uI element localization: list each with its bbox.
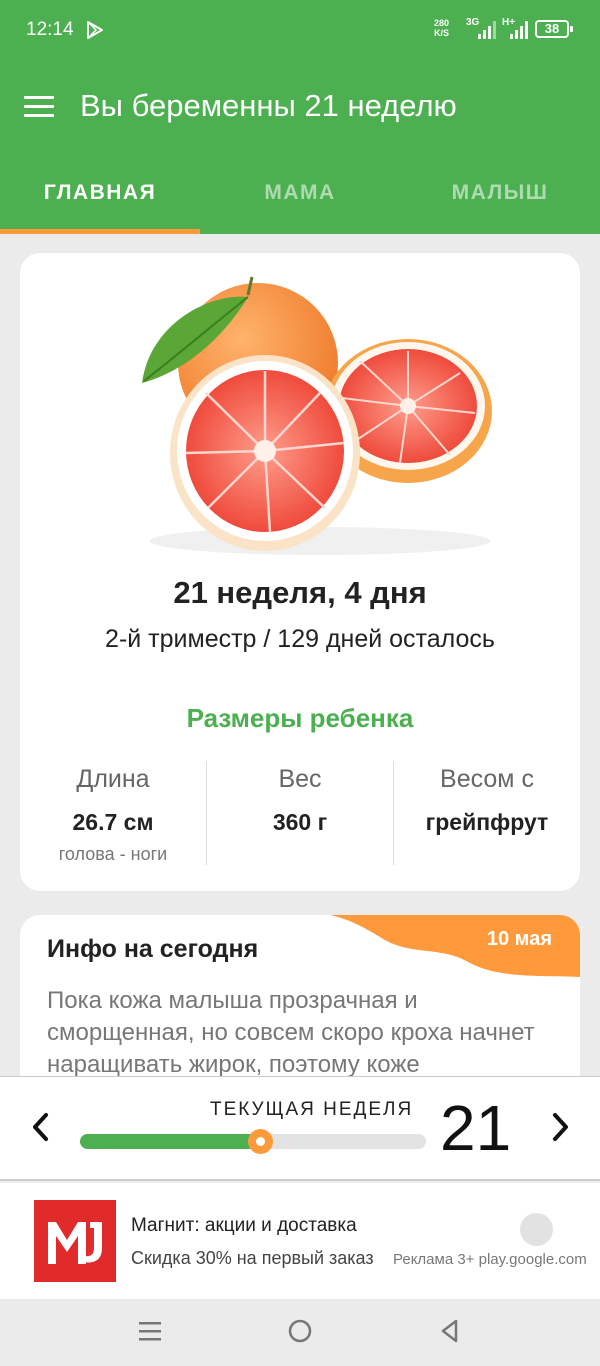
size-column-length: Длина 26.7 см голова - ноги bbox=[20, 765, 206, 865]
size-value: 26.7 см bbox=[72, 809, 154, 835]
page-title: Вы беременны 21 неделю bbox=[80, 88, 457, 123]
battery-level: 38 bbox=[544, 21, 560, 36]
tab-active-indicator bbox=[0, 229, 200, 234]
signal-icon-2 bbox=[510, 21, 528, 39]
tab-home-label: ГЛАВНАЯ bbox=[43, 181, 157, 204]
size-sub: голова - ноги bbox=[58, 844, 168, 864]
status-bar: 12:14 280 K/S 3G H+ 38 bbox=[0, 0, 600, 60]
system-nav-bar bbox=[0, 1299, 600, 1366]
recent-apps-icon[interactable] bbox=[136, 1317, 164, 1345]
home-icon[interactable] bbox=[286, 1317, 314, 1345]
ad-banner[interactable]: Магнит: акции и доставка Скидка 30% на п… bbox=[0, 1183, 600, 1299]
current-week-number: 21 bbox=[440, 1092, 512, 1164]
ad-info-icon[interactable] bbox=[520, 1213, 553, 1246]
week-progress-slider[interactable] bbox=[80, 1129, 426, 1154]
size-value: грейпфрут bbox=[425, 809, 549, 835]
grapefruit-image bbox=[142, 276, 492, 555]
next-week-button[interactable] bbox=[545, 1107, 575, 1147]
summary-card[interactable]: 21 неделя, 4 дня 2-й триместр / 129 дней… bbox=[20, 253, 580, 891]
net-speed-unit: K/S bbox=[434, 28, 450, 38]
battery-icon: 38 bbox=[535, 20, 573, 38]
menu-icon[interactable] bbox=[24, 96, 56, 120]
magnit-logo bbox=[34, 1200, 116, 1282]
week-progress-fill bbox=[80, 1134, 260, 1149]
tab-baby-label: МАЛЫШ bbox=[451, 181, 549, 204]
size-value: 360 г bbox=[272, 809, 328, 835]
app-bar: Вы беременны 21 неделю bbox=[0, 60, 600, 160]
tab-bar: ГЛАВНАЯ МАМА МАЛЫШ bbox=[0, 160, 600, 234]
size-label: Вес bbox=[278, 765, 322, 793]
back-icon[interactable] bbox=[436, 1317, 464, 1345]
net-speed-value: 280 bbox=[434, 18, 450, 28]
info-title: Инфо на сегодня bbox=[47, 935, 259, 963]
pregnancy-week-text: 21 неделя, 4 дня bbox=[173, 575, 427, 610]
trimester-text: 2-й триместр / 129 дней осталось bbox=[105, 625, 495, 653]
week-selector: ТЕКУЩАЯ НЕДЕЛЯ 21 bbox=[0, 1076, 600, 1181]
ad-title: Магнит: акции и доставка bbox=[131, 1215, 357, 1236]
previous-week-button[interactable] bbox=[26, 1107, 56, 1147]
signal-icon bbox=[478, 21, 496, 39]
tab-mom-label: МАМА bbox=[264, 181, 336, 204]
size-label: Весом с bbox=[440, 765, 534, 793]
current-week-label: ТЕКУЩАЯ НЕДЕЛЯ bbox=[210, 1099, 414, 1120]
size-column-weight: Вес 360 г bbox=[207, 765, 393, 836]
size-column-comparison: Весом с грейпфрут bbox=[394, 765, 580, 836]
ad-subtitle: Скидка 30% на первый заказ bbox=[131, 1248, 374, 1268]
baby-sizes-title: Размеры ребенка bbox=[186, 703, 414, 733]
info-body-text: Пока кожа малыша прозрачная и сморщенная… bbox=[47, 987, 535, 1078]
tab-home[interactable]: ГЛАВНАЯ bbox=[0, 160, 200, 234]
ad-meta: Реклама 3+ play.google.com bbox=[393, 1251, 587, 1268]
tab-mom[interactable]: МАМА bbox=[200, 160, 400, 234]
play-store-icon bbox=[87, 21, 103, 39]
size-label: Длина bbox=[76, 765, 150, 793]
tab-baby[interactable]: МАЛЫШ bbox=[400, 160, 600, 234]
net-speed: 280 K/S bbox=[434, 18, 449, 38]
week-progress-handle[interactable] bbox=[247, 1129, 273, 1154]
info-date-badge: 10 мая bbox=[486, 928, 552, 950]
status-time: 12:14 bbox=[26, 19, 74, 40]
